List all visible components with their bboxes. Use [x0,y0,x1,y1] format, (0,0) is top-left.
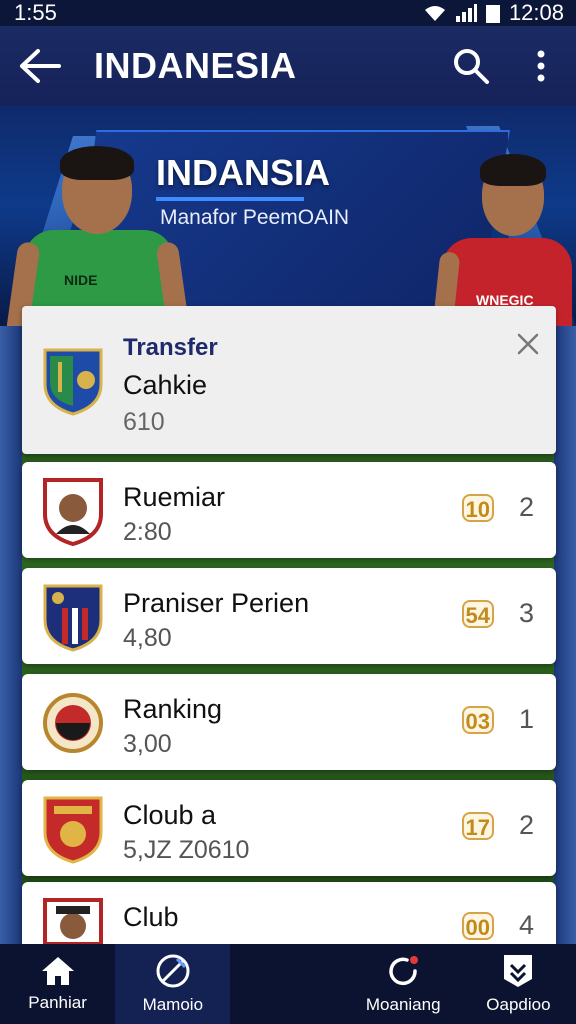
card-title: Cahkie [123,370,208,400]
club-crest-icon [43,348,103,416]
nav-label: Panhiar [28,993,87,1012]
nav-label: Oapdioo [486,995,551,1014]
back-button[interactable] [0,26,80,106]
item-title: Club [123,902,179,932]
item-badge: 00 [461,912,494,940]
refresh-icon [389,956,419,986]
shield-check-icon [504,955,533,987]
player-right-image: WNEGIC [431,142,576,326]
item-rank: 3 [518,598,534,628]
jersey-text: NIDE [64,272,98,288]
transfer-header-card[interactable]: Transfer Cahkie 610 [22,306,556,454]
hero-banner: NIDE WNEGIC INDANSIA Manafor PeemOAIN [0,106,576,326]
wifi-icon [424,6,445,21]
list-item[interactable]: Club 00 4 [22,882,556,944]
more-vertical-icon [537,50,545,82]
item-title: Ranking [123,694,223,724]
item-value: 3,00 [123,730,172,758]
hero-underline [156,197,304,201]
status-bar: 1:55 12:08 [0,0,576,26]
item-badge: 54 [461,600,494,628]
nav-label: Moaniang [365,995,441,1014]
item-badge: 10 [461,494,494,522]
list-item[interactable]: Ranking 3,00 03 1 [22,674,556,770]
round-badge-icon [43,693,103,753]
app-bar: INDANESIA [0,26,576,106]
field-edge [554,326,576,946]
more-button[interactable] [506,26,576,106]
item-title: Ruemiar [123,482,226,512]
list-item[interactable]: Praniser Perien 4,80 54 3 [22,568,556,664]
page-title: INDANESIA [94,45,297,86]
status-icons: 12:08 [423,0,564,26]
close-icon [517,333,539,355]
list-item[interactable]: Cloub a 5,JZ Z0610 17 2 [22,780,556,876]
item-value: 2:80 [123,518,172,546]
player-avatar-crest-icon [43,898,103,944]
player-avatar-crest-icon [43,478,103,546]
nav-label: Mamoio [142,995,204,1014]
battery-icon [485,5,500,23]
item-title: Cloub a [123,800,217,830]
item-rank: 2 [518,810,534,840]
close-button[interactable] [512,328,544,360]
item-rank: 1 [518,704,534,734]
item-badge: 17 [461,812,494,840]
search-button[interactable] [436,26,506,106]
field-edge [0,326,22,946]
ball-icon [156,954,190,988]
arrow-left-icon [20,49,61,83]
signal-icon [455,4,477,22]
item-rank: 4 [518,910,534,940]
list-item[interactable]: Ruemiar 2:80 10 2 [22,462,556,558]
item-title: Praniser Perien [123,588,310,618]
nav-home[interactable]: Panhiar [0,944,115,1024]
card-value: 610 [123,408,165,436]
bottom-navigation: Panhiar Mamoio Moaniang Oapdioo [0,944,576,1024]
status-time-left: 1:55 [14,0,57,25]
nav-ranking[interactable]: Moaniang [346,944,461,1024]
nav-match[interactable]: Mamoio [115,944,231,1024]
status-time-right: 12:08 [508,0,564,25]
club-crest-icon [43,584,103,652]
search-icon [454,49,489,84]
home-icon [41,957,74,985]
nav-updates[interactable]: Oapdioo [461,944,576,1024]
club-crest-icon [43,796,103,864]
item-rank: 2 [518,492,534,522]
item-value: 5,JZ Z0610 [123,836,250,864]
item-value: 4,80 [123,624,172,652]
hero-subtitle: Manafor PeemOAIN [160,206,350,229]
hero-title: INDANSIA [156,152,331,193]
item-badge: 03 [461,706,494,734]
card-kicker: Transfer [123,334,218,361]
